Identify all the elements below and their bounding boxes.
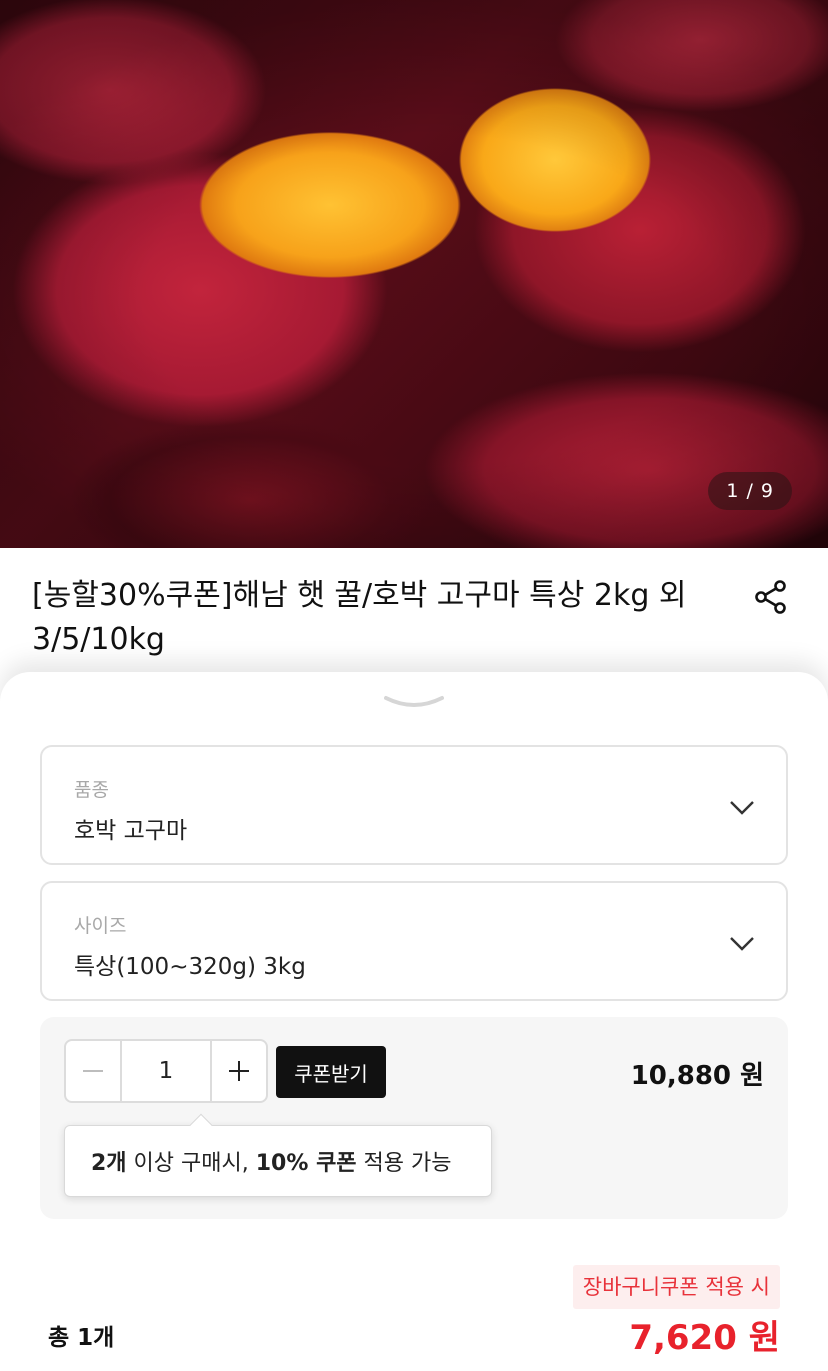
selected-option-panel: 1 쿠폰받기 10,880 원 2개 이상 구매시, 10% 쿠폰 적용 가능 xyxy=(40,1017,788,1219)
chevron-down-icon xyxy=(728,793,756,821)
size-select[interactable]: 사이즈 특상(100~320g) 3kg xyxy=(40,881,788,1001)
chevron-down-icon xyxy=(728,929,756,957)
option-sheet: 품종 호박 고구마 사이즈 특상(100~320g) 3kg 1 쿠폰받기 10… xyxy=(0,672,828,1371)
minus-icon xyxy=(83,1070,103,1072)
variety-select-value: 호박 고구마 xyxy=(74,818,188,844)
size-select-label: 사이즈 xyxy=(74,915,127,937)
size-select-value: 특상(100~320g) 3kg xyxy=(74,954,306,980)
tooltip-text: 이상 구매시, xyxy=(126,1151,256,1176)
quantity-stepper: 1 xyxy=(64,1039,268,1103)
option-price: 10,880 원 xyxy=(630,1061,764,1091)
tooltip-arrow xyxy=(189,1113,213,1137)
quantity-value[interactable]: 1 xyxy=(120,1041,212,1101)
share-icon[interactable] xyxy=(752,578,790,616)
tooltip-count: 2개 xyxy=(91,1151,127,1176)
variety-select[interactable]: 품종 호박 고구마 xyxy=(40,745,788,865)
product-title: [농할30%쿠폰]해남 햇 꿀/호박 고구마 특상 2kg 외 3/5/10kg xyxy=(32,578,687,657)
coupon-tooltip: 2개 이상 구매시, 10% 쿠폰 적용 가능 xyxy=(64,1113,492,1197)
variety-select-label: 품종 xyxy=(74,779,109,801)
increase-button[interactable] xyxy=(212,1041,266,1101)
image-shade xyxy=(0,0,828,548)
total-count: 총 1개 xyxy=(48,1325,115,1351)
get-coupon-button[interactable]: 쿠폰받기 xyxy=(276,1046,386,1098)
decrease-button[interactable] xyxy=(66,1041,120,1101)
total-price: 7,620 원 xyxy=(629,1318,780,1358)
product-image[interactable]: 1 / 9 xyxy=(0,0,828,548)
image-page-indicator: 1 / 9 xyxy=(708,472,792,510)
tooltip-text-end: 적용 가능 xyxy=(356,1151,452,1176)
plus-icon xyxy=(229,1061,249,1081)
cart-coupon-label: 장바구니쿠폰 적용 시 xyxy=(572,1265,780,1309)
sheet-handle-icon[interactable] xyxy=(384,692,444,712)
tooltip-discount: 10% 쿠폰 xyxy=(255,1151,357,1176)
